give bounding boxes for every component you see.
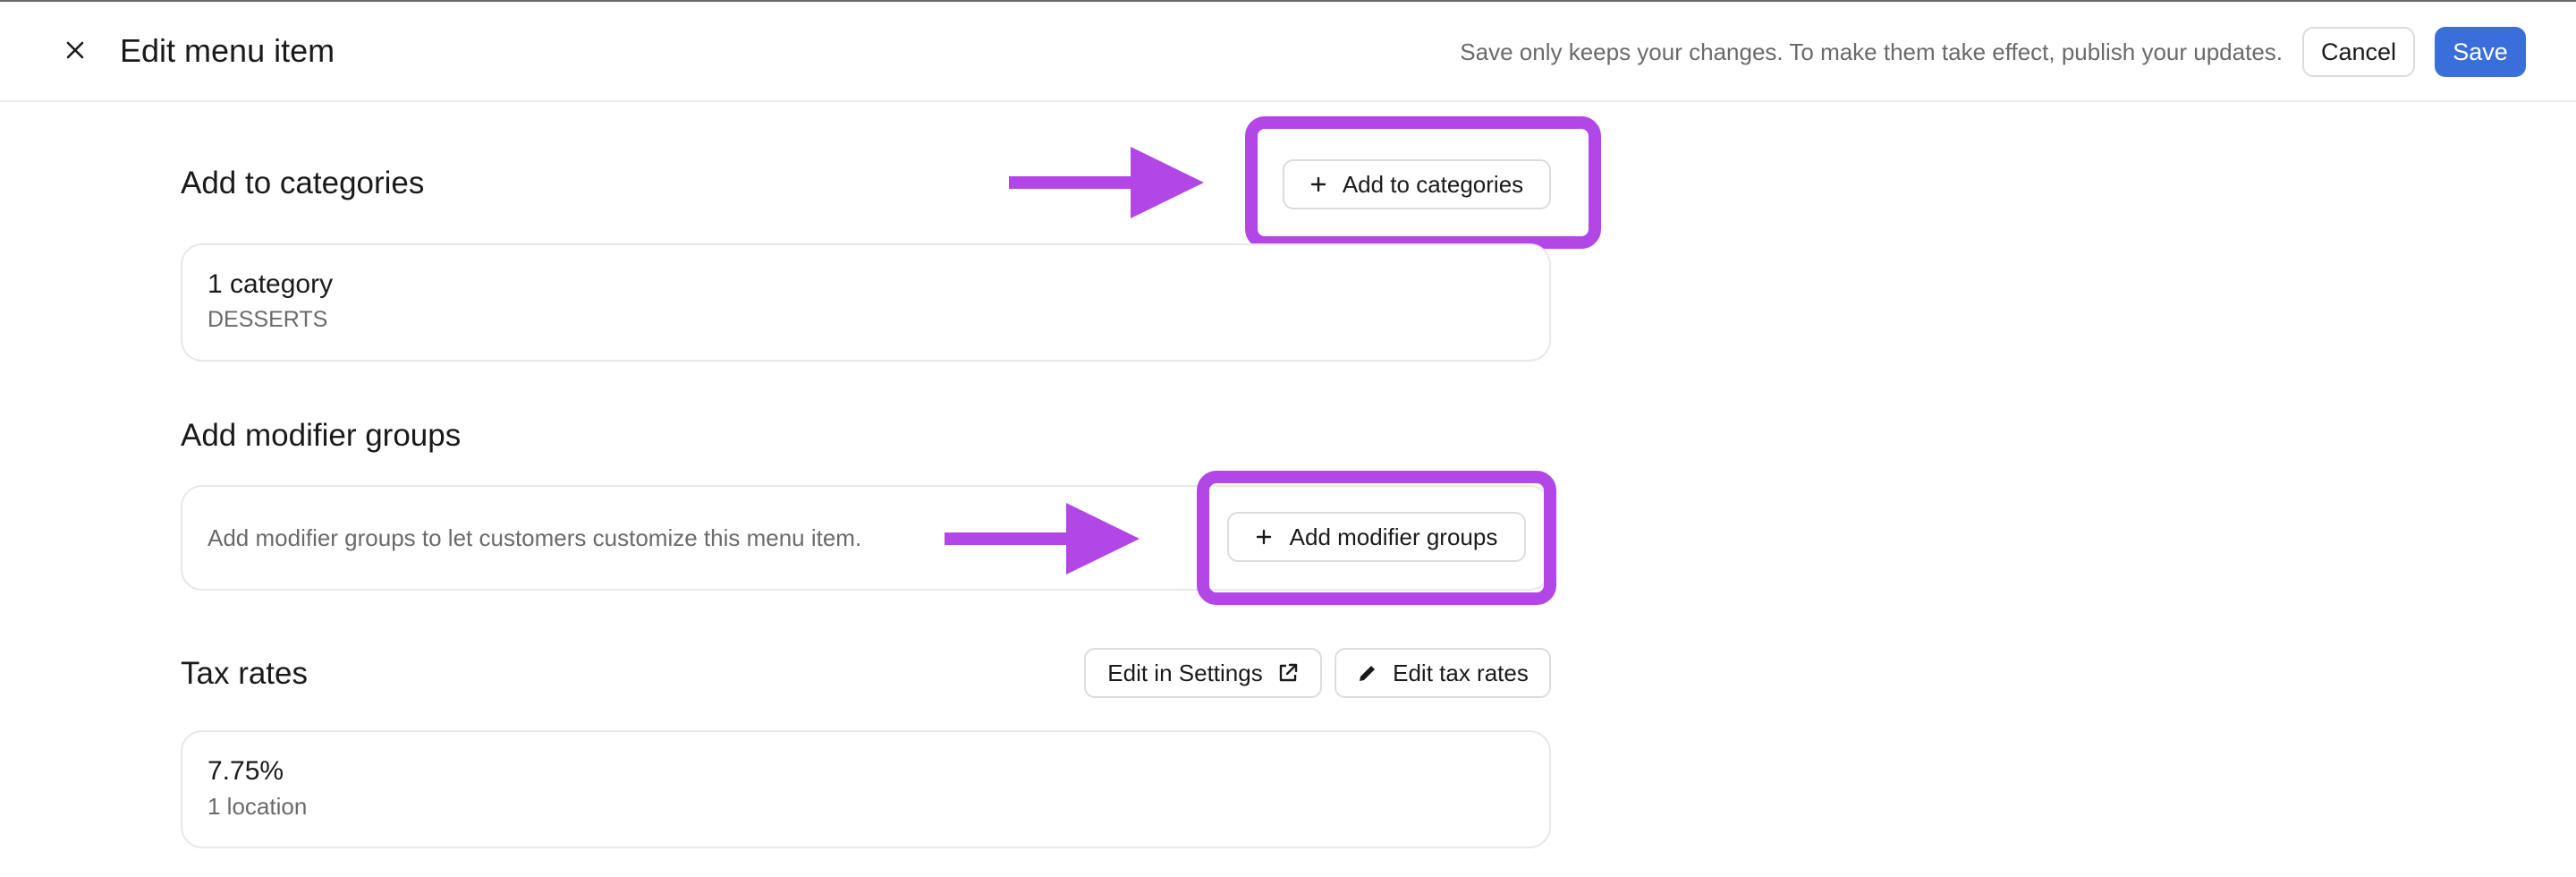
category-names: DESSERTS (208, 307, 328, 332)
add-to-categories-label: Add to categories (1342, 170, 1524, 198)
categories-section-title: Add to categories (181, 166, 425, 200)
plus-icon (1256, 529, 1272, 545)
edit-in-settings-button[interactable]: Edit in Settings (1084, 648, 1322, 698)
save-notice: Save only keeps your changes. To make th… (1460, 38, 2283, 65)
categories-card: 1 category DESSERTS (181, 243, 1551, 362)
close-button[interactable] (55, 30, 95, 70)
edit-in-settings-label: Edit in Settings (1107, 659, 1263, 686)
add-to-categories-button[interactable]: Add to categories (1283, 159, 1551, 209)
pencil-icon (1357, 662, 1378, 684)
tax-rate-locations: 1 location (208, 793, 308, 820)
close-icon (65, 40, 85, 60)
edit-tax-rates-label: Edit tax rates (1393, 659, 1529, 686)
plus-icon (1310, 176, 1326, 192)
tax-rate-value: 7.75% (208, 756, 284, 786)
external-link-icon (1277, 662, 1299, 684)
category-count: 1 category (208, 269, 334, 299)
tax-section-title: Tax rates (181, 656, 308, 691)
annotation-arrow-icon (945, 503, 1140, 575)
add-modifier-groups-label: Add modifier groups (1289, 523, 1498, 550)
edit-tax-rates-button[interactable]: Edit tax rates (1335, 648, 1551, 698)
page-title: Edit menu item (120, 32, 335, 69)
annotation-arrow-icon (1009, 147, 1204, 218)
tax-rates-card: 7.75% 1 location (181, 730, 1551, 848)
modifiers-empty-text: Add modifier groups to let customers cus… (208, 524, 862, 551)
save-button[interactable]: Save (2435, 27, 2526, 77)
modifiers-section-title: Add modifier groups (181, 418, 462, 453)
add-modifier-groups-button[interactable]: Add modifier groups (1227, 512, 1526, 562)
page-header: Edit menu item Save only keeps your chan… (0, 2, 2576, 102)
cancel-button[interactable]: Cancel (2302, 27, 2415, 77)
